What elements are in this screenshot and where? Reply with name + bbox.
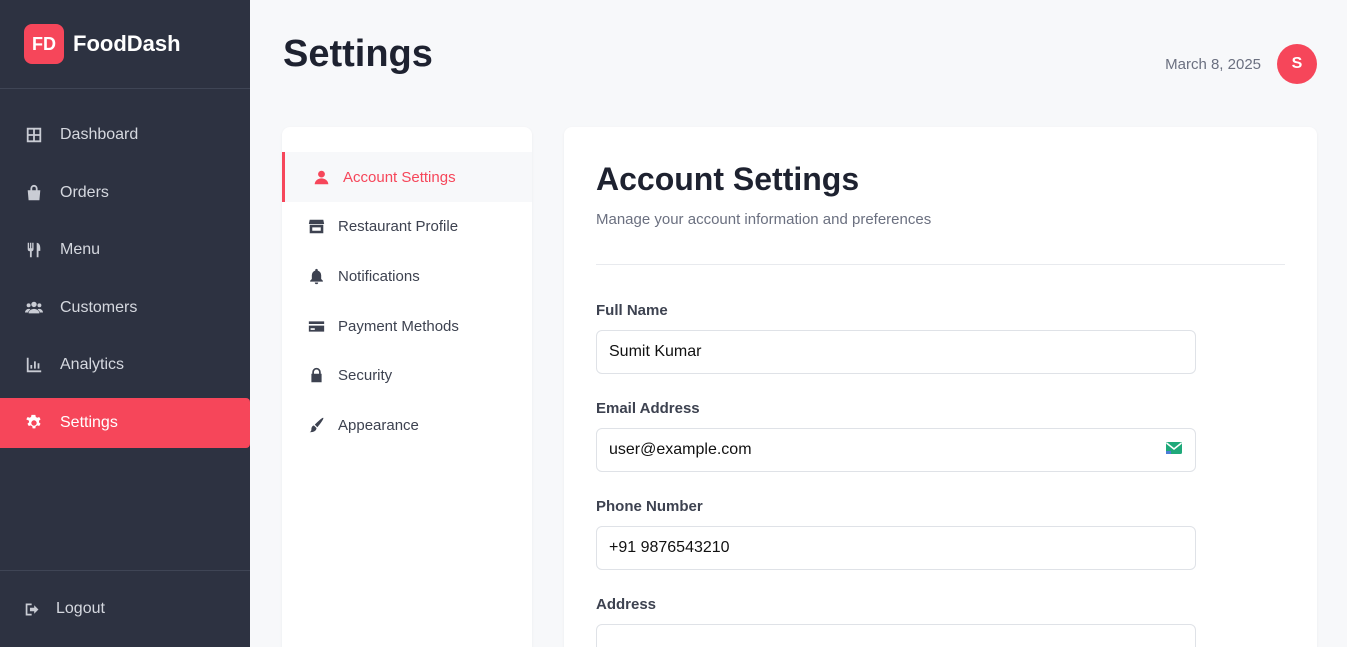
- sidebar: FD FoodDash Dashboard Orders Menu Custom…: [0, 0, 250, 647]
- address-field: Address: [596, 596, 1196, 647]
- settings-tab-label: Account Settings: [343, 168, 456, 186]
- sidebar-item-analytics[interactable]: Analytics: [0, 340, 250, 390]
- chart-icon: [24, 355, 44, 375]
- sidebar-item-label: Menu: [60, 241, 101, 259]
- sidebar-nav: Dashboard Orders Menu Customers Analytic…: [0, 110, 250, 456]
- settings-tab-label: Notifications: [338, 267, 420, 285]
- settings-tab-restaurant-profile[interactable]: Restaurant Profile: [282, 202, 532, 252]
- bell-icon: [307, 267, 325, 285]
- logout-section: Logout: [0, 570, 250, 647]
- gear-icon: [24, 413, 44, 433]
- full-name-input[interactable]: Sumit Kumar: [596, 330, 1196, 374]
- settings-nav: Account Settings Restaurant Profile Noti…: [282, 127, 532, 647]
- full-name-field: Full Name Sumit Kumar: [596, 302, 1196, 374]
- settings-tab-notifications[interactable]: Notifications: [282, 251, 532, 301]
- brush-icon: [307, 417, 325, 435]
- header-right: March 8, 2025 S: [1165, 44, 1317, 84]
- phone-input[interactable]: +91 9876543210: [596, 526, 1196, 570]
- bag-icon: [24, 183, 44, 203]
- logout-button[interactable]: Logout: [0, 571, 250, 647]
- input-value: Sumit Kumar: [609, 343, 702, 360]
- sidebar-item-customers[interactable]: Customers: [0, 283, 250, 333]
- users-icon: [24, 298, 44, 318]
- sidebar-item-menu[interactable]: Menu: [0, 225, 250, 275]
- settings-tab-label: Payment Methods: [338, 317, 459, 335]
- section-subtitle: Manage your account information and pref…: [596, 211, 932, 228]
- settings-tab-label: Appearance: [338, 417, 419, 435]
- email-field: Email Address user@example.com: [596, 400, 1196, 472]
- settings-tab-account[interactable]: Account Settings: [282, 152, 532, 202]
- field-label: Email Address: [596, 400, 700, 417]
- avatar[interactable]: S: [1277, 44, 1317, 84]
- input-value: +91 9876543210: [609, 539, 730, 556]
- sidebar-item-label: Settings: [60, 413, 118, 431]
- brand-logo: FD: [24, 24, 64, 64]
- field-label: Address: [596, 596, 657, 613]
- grid-icon: [24, 125, 44, 145]
- mail-icon[interactable]: [1165, 441, 1183, 460]
- sidebar-item-label: Customers: [60, 298, 138, 316]
- store-icon: [307, 218, 325, 236]
- settings-tab-security[interactable]: Security: [282, 351, 532, 401]
- settings-tab-appearance[interactable]: Appearance: [282, 401, 532, 451]
- page-title: Settings: [283, 33, 433, 75]
- email-input[interactable]: user@example.com: [596, 428, 1196, 472]
- input-value: user@example.com: [609, 441, 752, 458]
- logout-label: Logout: [56, 600, 105, 617]
- lock-icon: [307, 367, 325, 385]
- utensils-icon: [24, 240, 44, 260]
- sidebar-item-label: Orders: [60, 183, 109, 201]
- brand-name: FoodDash: [73, 31, 181, 56]
- sidebar-item-settings[interactable]: Settings: [0, 397, 250, 448]
- settings-tab-payment-methods[interactable]: Payment Methods: [282, 301, 532, 351]
- current-date: March 8, 2025: [1165, 55, 1261, 73]
- sidebar-item-orders[interactable]: Orders: [0, 168, 250, 218]
- brand[interactable]: FD FoodDash: [0, 0, 250, 89]
- settings-tab-label: Restaurant Profile: [338, 218, 459, 236]
- user-icon: [312, 168, 330, 186]
- sidebar-item-label: Dashboard: [60, 126, 139, 143]
- field-label: Full Name: [596, 302, 668, 319]
- section-title: Account Settings: [596, 161, 860, 197]
- settings-tab-label: Security: [338, 367, 393, 385]
- account-settings-card: Account Settings Manage your account inf…: [564, 127, 1317, 647]
- phone-field: Phone Number +91 9876543210: [596, 498, 1196, 570]
- sidebar-item-label: Analytics: [60, 356, 125, 374]
- field-label: Phone Number: [596, 498, 703, 515]
- logout-icon: [24, 600, 42, 618]
- divider: [596, 264, 1285, 265]
- sidebar-item-dashboard[interactable]: Dashboard: [0, 110, 250, 160]
- address-input[interactable]: [596, 624, 1196, 647]
- card-icon: [307, 317, 325, 335]
